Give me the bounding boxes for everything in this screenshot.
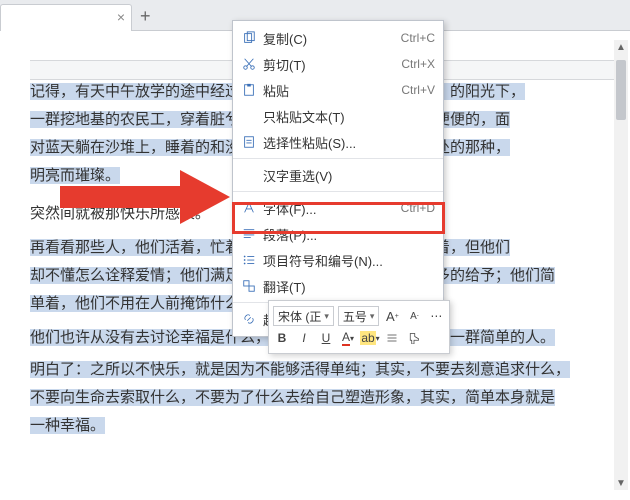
menu-item-paste[interactable]: 粘贴 Ctrl+V: [233, 77, 443, 103]
grow-font-button[interactable]: A+: [383, 307, 401, 325]
text-line: 明亮而璀璨。: [30, 167, 120, 184]
mini-toolbar: 宋体 (正▾ 五号▾ A+ A- ⋯ B I U A▾ ab▾: [268, 300, 450, 354]
menu-label: 复制(C): [259, 29, 401, 48]
hyperlink-icon: [239, 312, 259, 326]
text-line: 明白了：之所以不快乐，就是因为不能够活得单纯；其实，不要去刻意追求什么，: [30, 361, 570, 378]
paste-special-icon: [239, 135, 259, 149]
close-tab-icon[interactable]: ×: [117, 9, 125, 25]
font-size-value: 五号: [343, 308, 367, 325]
menu-label: 选择性粘贴(S)...: [259, 133, 435, 152]
copy-icon: [239, 31, 259, 45]
format-painter-button[interactable]: [405, 329, 423, 347]
vertical-scrollbar[interactable]: ▲ ▼: [614, 40, 628, 490]
clipboard-icon: [239, 83, 259, 97]
highlight-button[interactable]: ab▾: [361, 329, 379, 347]
menu-label: 字体(F)...: [259, 199, 401, 218]
menu-label: 剪切(T): [259, 55, 401, 74]
menu-label: 汉字重选(V): [259, 166, 435, 185]
menu-item-font[interactable]: 字体(F)... Ctrl+D: [233, 195, 443, 221]
translate-icon: [239, 279, 259, 293]
menu-label: 粘贴: [259, 81, 401, 100]
font-icon: [239, 201, 259, 215]
text-line: 不要向生命去索取什么，不要为了什么去给自己塑造形象，其实，简单本身就是: [30, 389, 555, 406]
font-size-select[interactable]: 五号▾: [338, 306, 380, 326]
context-menu: 复制(C) Ctrl+C 剪切(T) Ctrl+X 粘贴 Ctrl+V 只粘贴文…: [232, 20, 444, 337]
scissors-icon: [239, 57, 259, 71]
menu-label: 只粘贴文本(T): [259, 107, 435, 126]
menu-shortcut: Ctrl+D: [401, 201, 435, 215]
menu-label: 项目符号和编号(N)...: [259, 251, 435, 270]
menu-shortcut: Ctrl+V: [401, 83, 435, 97]
scroll-up-icon[interactable]: ▲: [614, 40, 628, 54]
font-color-button[interactable]: A▾: [339, 329, 357, 347]
menu-item-cut[interactable]: 剪切(T) Ctrl+X: [233, 51, 443, 77]
menu-item-paste-text[interactable]: 只粘贴文本(T): [233, 103, 443, 129]
scroll-thumb[interactable]: [616, 60, 626, 120]
annotation-arrow: [60, 186, 180, 208]
document-tab[interactable]: ×: [0, 4, 132, 31]
text-line: 一种幸福。: [30, 417, 105, 434]
shrink-font-button[interactable]: A-: [405, 307, 423, 325]
menu-label: 翻译(T): [259, 277, 435, 296]
menu-item-paragraph[interactable]: 段落(P)...: [233, 221, 443, 247]
menu-label: 段落(P)...: [259, 225, 435, 244]
menu-item-paste-special[interactable]: 选择性粘贴(S)...: [233, 129, 443, 155]
paragraph-icon: [239, 227, 259, 241]
menu-item-bullets[interactable]: 项目符号和编号(N)...: [233, 247, 443, 273]
italic-button[interactable]: I: [295, 329, 313, 347]
menu-separator: [233, 191, 443, 192]
font-family-value: 宋体 (正: [278, 308, 321, 325]
menu-item-hanzi-reselect[interactable]: 汉字重选(V): [233, 162, 443, 188]
annotation-arrow-head: [180, 170, 230, 224]
list-icon: [239, 253, 259, 267]
menu-shortcut: Ctrl+C: [401, 31, 435, 45]
menu-item-translate[interactable]: 翻译(T): [233, 273, 443, 299]
underline-button[interactable]: U: [317, 329, 335, 347]
bold-button[interactable]: B: [273, 329, 291, 347]
new-tab-button[interactable]: +: [140, 6, 151, 27]
line-spacing-button[interactable]: [383, 329, 401, 347]
menu-separator: [233, 158, 443, 159]
menu-shortcut: Ctrl+X: [401, 57, 435, 71]
font-family-select[interactable]: 宋体 (正▾: [273, 306, 334, 326]
menu-item-copy[interactable]: 复制(C) Ctrl+C: [233, 25, 443, 51]
more-button[interactable]: ⋯: [427, 307, 445, 325]
scroll-down-icon[interactable]: ▼: [614, 476, 628, 490]
text-line: 单着，他们不用在人前掩饰什么: [30, 295, 240, 312]
app-window: × + 记得，有天中午放学的途中经过一 的阳光下， 一群挖地基的农民工，穿着脏兮…: [0, 0, 630, 500]
